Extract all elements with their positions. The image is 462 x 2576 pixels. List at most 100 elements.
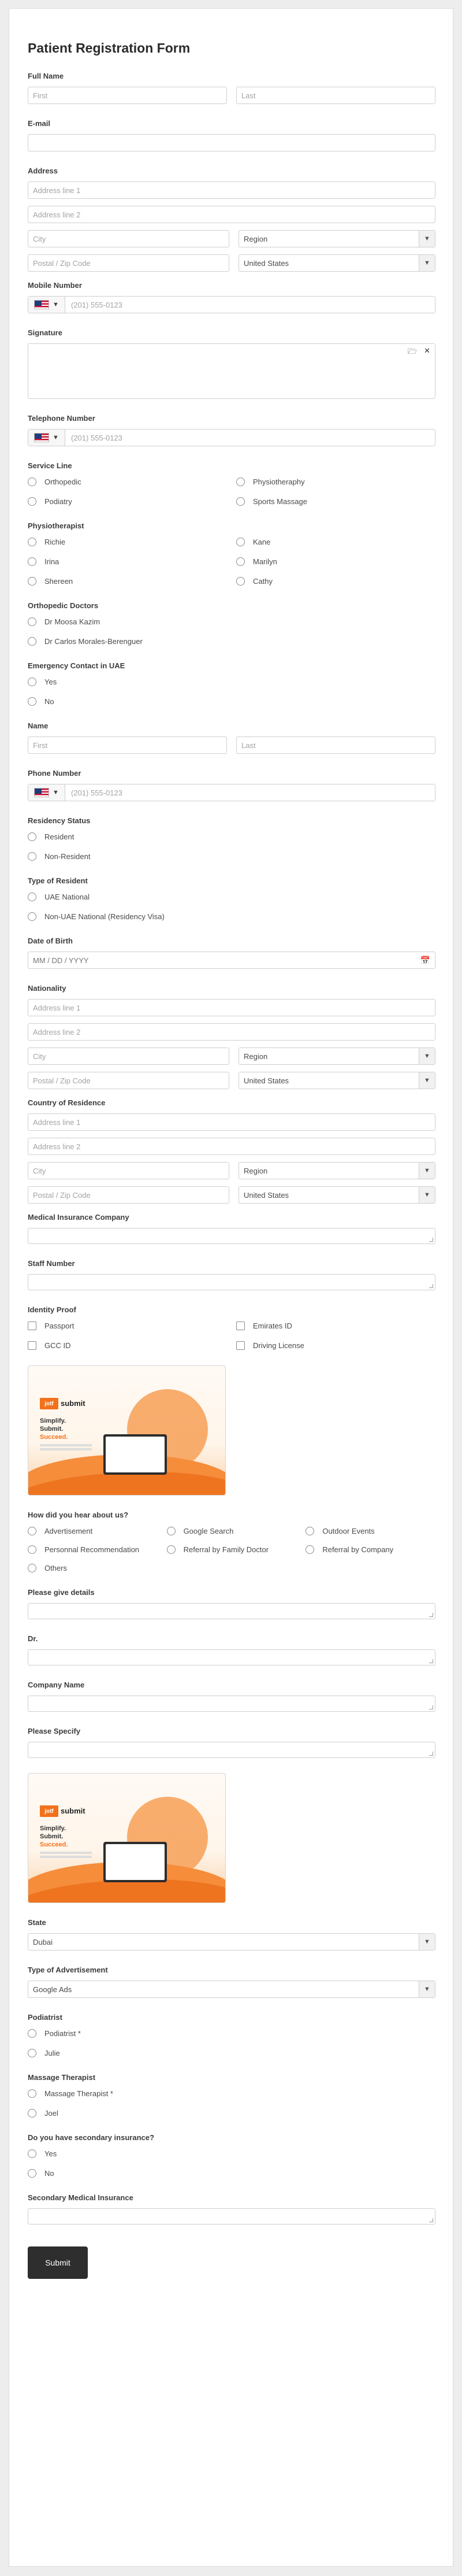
radio-button[interactable]	[28, 2089, 36, 2098]
radio-option[interactable]: Podiatrist *	[28, 2028, 435, 2038]
checkbox[interactable]	[28, 1341, 36, 1350]
radio-button[interactable]	[28, 2048, 36, 2057]
ad-type-select[interactable]: Google Ads ▼	[28, 1981, 435, 1998]
radio-option[interactable]: Referral by Family Doctor	[166, 1544, 297, 1555]
radio-option[interactable]: Yes	[28, 676, 435, 687]
radio-button[interactable]	[28, 677, 36, 686]
last-name-input[interactable]: Last	[236, 736, 435, 754]
radio-button[interactable]	[28, 1563, 36, 1572]
signature-pad[interactable]: 🗁 ✕	[28, 343, 435, 399]
radio-button[interactable]	[28, 2149, 36, 2158]
email-input[interactable]	[28, 134, 435, 151]
radio-option[interactable]: Google Search	[166, 1526, 297, 1536]
radio-button[interactable]	[28, 697, 36, 706]
radio-option[interactable]: Massage Therapist *	[28, 2088, 435, 2098]
radio-option[interactable]: Non-Resident	[28, 851, 435, 861]
company-textarea[interactable]	[28, 1696, 435, 1712]
radio-option[interactable]: Referral by Company	[305, 1544, 435, 1555]
radio-option[interactable]: Others	[28, 1563, 158, 1573]
radio-option[interactable]: Irina	[28, 556, 227, 567]
specify-textarea[interactable]	[28, 1742, 435, 1758]
country-code-select[interactable]: ▼	[28, 297, 65, 313]
radio-option[interactable]: No	[28, 696, 435, 706]
address-line2-input[interactable]: Address line 2	[28, 1023, 435, 1041]
radio-option[interactable]: Orthopedic	[28, 476, 227, 487]
last-name-input[interactable]: Last	[236, 87, 435, 104]
checkbox-option[interactable]: Driving License	[236, 1340, 435, 1350]
radio-button[interactable]	[236, 576, 245, 586]
radio-option[interactable]: UAE National	[28, 891, 435, 902]
radio-button[interactable]	[28, 477, 36, 486]
radio-option[interactable]: Podiatry	[28, 496, 227, 506]
radio-option[interactable]: Marilyn	[236, 556, 435, 567]
radio-option[interactable]: Shereen	[28, 576, 227, 586]
radio-button[interactable]	[166, 1545, 176, 1554]
radio-button[interactable]	[28, 617, 36, 626]
address-line2-input[interactable]: Address line 2	[28, 1138, 435, 1155]
city-input[interactable]: City	[28, 1162, 229, 1179]
checkbox-option[interactable]: GCC ID	[28, 1340, 227, 1350]
submit-button[interactable]: Submit	[28, 2246, 88, 2279]
radio-option[interactable]: Richie	[28, 536, 227, 547]
radio-option[interactable]: Non-UAE National (Residency Visa)	[28, 911, 435, 921]
address-line1-input[interactable]: Address line 1	[28, 182, 435, 199]
checkbox-option[interactable]: Emirates ID	[236, 1320, 435, 1331]
first-name-input[interactable]: First	[28, 736, 227, 754]
radio-button[interactable]	[28, 497, 36, 506]
radio-option[interactable]: Dr Moosa Kazim	[28, 616, 435, 627]
doctor-textarea[interactable]	[28, 1649, 435, 1665]
radio-button[interactable]	[28, 557, 36, 566]
folder-icon[interactable]: 🗁	[408, 346, 417, 359]
radio-option[interactable]: Kane	[236, 536, 435, 547]
secondary-company-textarea[interactable]	[28, 2208, 435, 2225]
radio-option[interactable]: Joel	[28, 2108, 435, 2118]
radio-button[interactable]	[236, 537, 245, 546]
radio-button[interactable]	[28, 2029, 36, 2038]
radio-option[interactable]: No	[28, 2168, 435, 2178]
details-textarea[interactable]	[28, 1603, 435, 1619]
radio-button[interactable]	[236, 477, 245, 486]
checkbox[interactable]	[236, 1341, 245, 1350]
close-icon[interactable]: ✕	[424, 346, 430, 359]
radio-button[interactable]	[28, 1545, 36, 1554]
region-select[interactable]: Region ▼	[239, 1048, 435, 1065]
dob-input[interactable]: MM / DD / YYYY 📅	[28, 952, 435, 969]
address-line2-input[interactable]: Address line 2	[28, 206, 435, 223]
radio-button[interactable]	[236, 497, 245, 506]
insurance-textarea[interactable]	[28, 1228, 435, 1244]
radio-button[interactable]	[28, 576, 36, 586]
country-select[interactable]: United States ▼	[239, 1186, 435, 1204]
radio-option[interactable]: Physiotheraphy	[236, 476, 435, 487]
country-code-select[interactable]: ▼	[28, 784, 65, 801]
radio-button[interactable]	[28, 2108, 36, 2118]
radio-button[interactable]	[28, 912, 36, 921]
radio-button[interactable]	[28, 832, 36, 841]
postal-input[interactable]: Postal / Zip Code	[28, 254, 229, 272]
radio-option[interactable]: Sports Massage	[236, 496, 435, 506]
country-select[interactable]: United States ▼	[239, 1072, 435, 1089]
postal-input[interactable]: Postal / Zip Code	[28, 1186, 229, 1204]
first-name-input[interactable]: First	[28, 87, 227, 104]
region-select[interactable]: Region ▼	[239, 1162, 435, 1179]
address-line1-input[interactable]: Address line 1	[28, 1113, 435, 1131]
radio-option[interactable]: Julie	[28, 2048, 435, 2058]
country-code-select[interactable]: ▼	[28, 430, 65, 446]
radio-option[interactable]: Dr Carlos Morales-Berenguer	[28, 636, 435, 646]
postal-input[interactable]: Postal / Zip Code	[28, 1072, 229, 1089]
checkbox[interactable]	[236, 1321, 245, 1330]
city-input[interactable]: City	[28, 230, 229, 247]
radio-option[interactable]: Resident	[28, 831, 435, 842]
mobile-input[interactable]: ▼ (201) 555-0123	[28, 296, 435, 313]
radio-button[interactable]	[236, 557, 245, 566]
radio-button[interactable]	[28, 636, 36, 646]
checkbox[interactable]	[28, 1321, 36, 1330]
radio-option[interactable]: Outdoor Events	[305, 1526, 435, 1536]
city-input[interactable]: City	[28, 1048, 229, 1065]
radio-button[interactable]	[166, 1526, 176, 1535]
radio-button[interactable]	[28, 892, 36, 901]
telephone-input[interactable]: ▼ (201) 555-0123	[28, 429, 435, 446]
radio-button[interactable]	[305, 1526, 315, 1535]
staff-textarea[interactable]	[28, 1274, 435, 1290]
radio-option[interactable]: Advertisement	[28, 1526, 158, 1536]
radio-button[interactable]	[28, 1526, 36, 1535]
